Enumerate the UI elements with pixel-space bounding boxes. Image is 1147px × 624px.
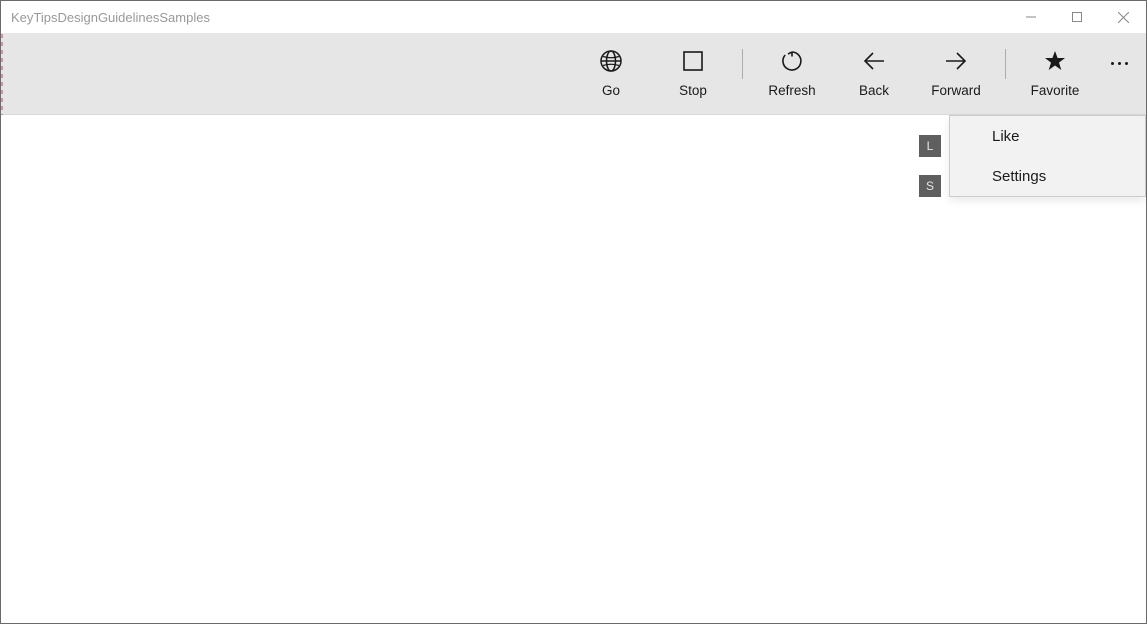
refresh-label: Refresh [768,83,815,98]
titlebar: KeyTipsDesignGuidelinesSamples [1,1,1146,33]
command-group-nav2: Refresh Back Forward [751,33,997,114]
window-title: KeyTipsDesignGuidelinesSamples [11,10,210,25]
menu-item-like[interactable]: Like [950,116,1145,156]
maximize-button[interactable] [1054,1,1100,33]
maximize-icon [1072,12,1082,22]
go-label: Go [602,83,620,98]
go-button[interactable]: Go [570,33,652,114]
minimize-icon [1026,12,1036,22]
favorite-button[interactable]: Favorite [1014,33,1096,114]
back-button[interactable]: Back [833,33,915,114]
minimize-button[interactable] [1008,1,1054,33]
close-icon [1118,12,1129,23]
separator-2 [1005,49,1006,79]
overflow-button[interactable] [1096,23,1142,104]
forward-button[interactable]: Forward [915,33,997,114]
menu-item-like-label: Like [992,128,1020,145]
globe-icon [599,49,623,73]
commandbar: Go Stop Refresh [1,33,1146,115]
menu-item-settings-label: Settings [992,168,1046,185]
forward-label: Forward [931,83,981,98]
stop-button[interactable]: Stop [652,33,734,114]
stop-icon [681,49,705,73]
command-group-fav: Favorite [1014,33,1096,114]
command-group-nav1: Go Stop [570,33,734,114]
back-label: Back [859,83,889,98]
content-area: L S Like Settings [1,115,1146,623]
back-arrow-icon [862,49,886,73]
star-icon [1043,49,1067,73]
overflow-menu: Like Settings [949,115,1146,197]
keytip-settings: S [919,175,941,197]
separator-1 [742,49,743,79]
stop-label: Stop [679,83,707,98]
more-icon [1111,62,1128,65]
favorite-label: Favorite [1031,83,1080,98]
refresh-button[interactable]: Refresh [751,33,833,114]
refresh-icon [780,49,804,73]
keytip-like: L [919,135,941,157]
forward-arrow-icon [944,49,968,73]
menu-item-settings[interactable]: Settings [950,156,1145,196]
